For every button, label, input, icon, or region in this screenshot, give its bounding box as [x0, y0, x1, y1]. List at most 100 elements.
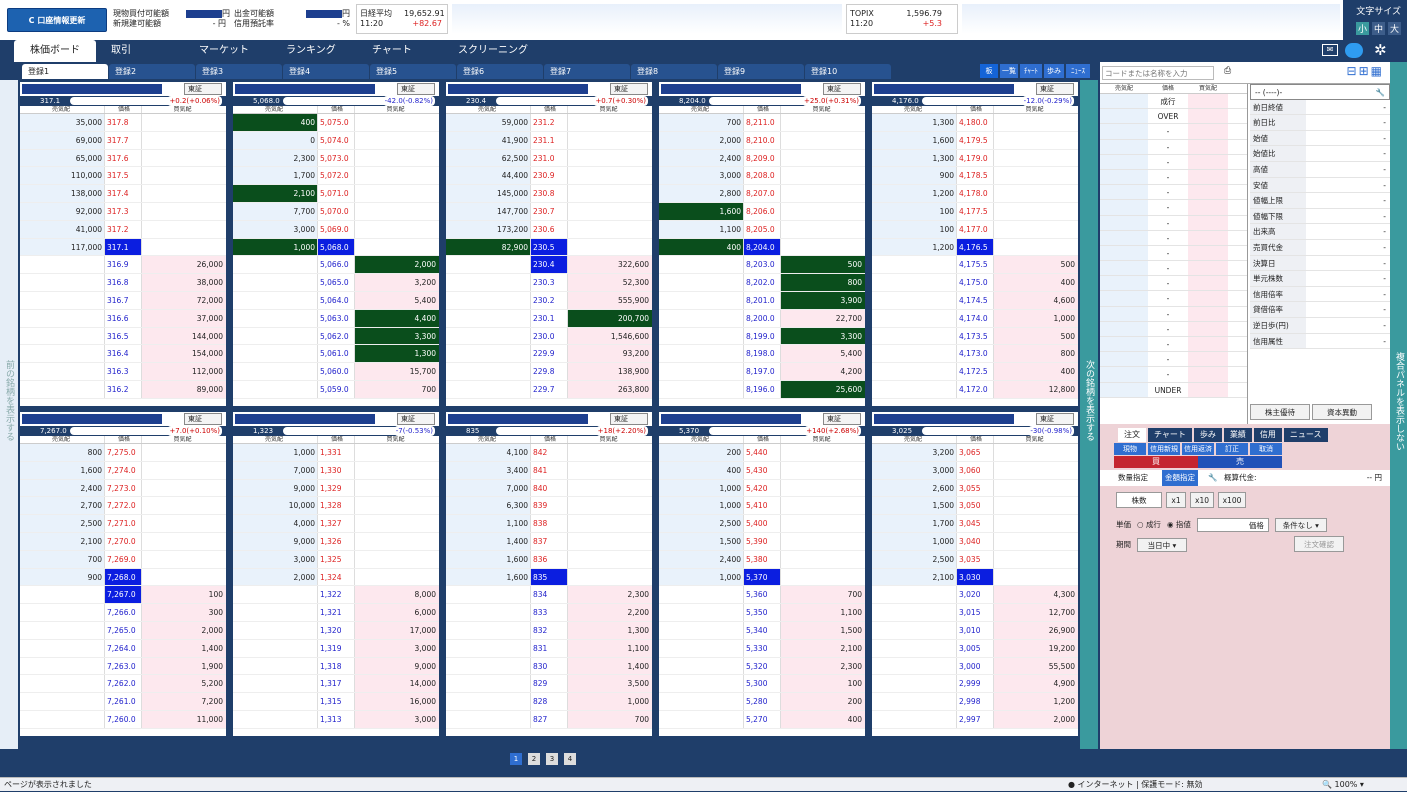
sell-row[interactable]: 62,500 231.0: [446, 149, 652, 168]
buy-row[interactable]: 8,202.0 800: [659, 274, 865, 292]
mail-icon[interactable]: ✉: [1322, 44, 1338, 56]
buy-row[interactable]: 5,320 2,300: [659, 657, 865, 676]
buy-row[interactable]: 5,360 700: [659, 586, 865, 605]
amount-spec-tab[interactable]: 金額指定: [1162, 470, 1198, 486]
buy-row[interactable]: 830 1,400: [446, 657, 652, 676]
sell-row[interactable]: 44,400 230.9: [446, 167, 652, 186]
sell-row[interactable]: 1,300 4,179.0: [872, 149, 1078, 168]
buy-row[interactable]: 2,999 4,900: [872, 675, 1078, 694]
sell-row[interactable]: 110,000 317.5: [20, 167, 226, 186]
buy-row[interactable]: 316.3 112,000: [20, 363, 226, 381]
period-select[interactable]: 当日中 ▾: [1137, 538, 1187, 552]
sell-row[interactable]: 35,000 317.8: [20, 114, 226, 132]
buy-row[interactable]: 829 3,500: [446, 675, 652, 694]
sell-row[interactable]: 800 7,275.0: [20, 444, 226, 462]
buy-row[interactable]: 7,264.0 1,400: [20, 639, 226, 658]
sell-row[interactable]: 6,300 839: [446, 497, 652, 516]
sell-row[interactable]: 9,000 1,326: [233, 532, 439, 551]
buy-row[interactable]: 828 1,000: [446, 693, 652, 711]
sell-row[interactable]: 900 7,268.0: [20, 568, 226, 587]
sell-row[interactable]: 3,000 1,325: [233, 550, 439, 569]
sell-row[interactable]: 2,100 3,030: [872, 568, 1078, 587]
buy-row[interactable]: 316.8 38,000: [20, 274, 226, 292]
sell-row[interactable]: 147,700 230.7: [446, 202, 652, 221]
view-tab-chart[interactable]: ﾁｬｰﾄ: [1020, 64, 1042, 78]
capital-change-button[interactable]: 資本異動: [1312, 404, 1372, 420]
sell-row[interactable]: 1,000 5,370: [659, 568, 865, 587]
buy-row[interactable]: 4,175.0 400: [872, 274, 1078, 292]
sell-row[interactable]: 4,000 1,327: [233, 515, 439, 533]
font-big-button[interactable]: 大: [1387, 22, 1401, 35]
buy-row[interactable]: 3,015 12,700: [872, 604, 1078, 622]
x10-button[interactable]: x10: [1190, 492, 1214, 508]
sell-row[interactable]: 92,000 317.3: [20, 202, 226, 221]
order-tab-5[interactable]: ニュース: [1283, 428, 1328, 442]
sell-row[interactable]: 1,700 3,045: [872, 515, 1078, 533]
sell-row[interactable]: 100 4,177.0: [872, 220, 1078, 239]
buy-row[interactable]: 7,260.0 11,000: [20, 710, 226, 729]
sell-row[interactable]: 3,000 5,069.0: [233, 220, 439, 239]
buy-row[interactable]: 230.3 52,300: [446, 274, 652, 292]
buy-row[interactable]: 8,197.0 4,200: [659, 363, 865, 381]
exchange-select[interactable]: 東証: [184, 83, 222, 95]
buy-row[interactable]: 5,065.0 3,200: [233, 274, 439, 292]
buy-row[interactable]: 3,020 4,300: [872, 586, 1078, 605]
tab-reg1[interactable]: 登録1: [22, 64, 108, 79]
buy-row[interactable]: 1,319 3,000: [233, 639, 439, 658]
sell-row[interactable]: 145,000 230.8: [446, 185, 652, 203]
buy-row[interactable]: 4,172.0 12,800: [872, 380, 1078, 399]
layout-icon[interactable]: ⊟⊞▦: [1347, 64, 1384, 78]
buy-row[interactable]: 5,330 2,100: [659, 639, 865, 658]
shareholder-benefit-button[interactable]: 株主優待: [1250, 404, 1310, 420]
buy-row[interactable]: 2,998 1,200: [872, 693, 1078, 711]
sell-row[interactable]: 700 8,211.0: [659, 114, 865, 132]
order-subtab-3[interactable]: 訂正: [1216, 443, 1248, 455]
sell-row[interactable]: 400 8,204.0: [659, 238, 865, 257]
buy-row[interactable]: 230.4 322,600: [446, 256, 652, 275]
market-order-radio[interactable]: ○ 成行: [1137, 518, 1161, 532]
buy-row[interactable]: 5,066.0 2,000: [233, 256, 439, 275]
prev-symbol-bar[interactable]: 前の銘柄を表示する: [0, 80, 18, 749]
zoom-control[interactable]: 🔍 100% ▾: [1322, 778, 1364, 792]
sell-row[interactable]: 1,700 5,072.0: [233, 167, 439, 186]
buy-row[interactable]: 1,321 6,000: [233, 604, 439, 622]
sell-row[interactable]: 2,400 8,209.0: [659, 149, 865, 168]
buy-row[interactable]: 5,060.0 15,700: [233, 363, 439, 381]
buy-row[interactable]: 4,174.0 1,000: [872, 309, 1078, 328]
view-tab-ticks[interactable]: 歩み: [1044, 64, 1064, 78]
sell-row[interactable]: 2,100 7,270.0: [20, 532, 226, 551]
sell-row[interactable]: 1,600 835: [446, 568, 652, 587]
sell-row[interactable]: 1,500 5,390: [659, 532, 865, 551]
buy-row[interactable]: 4,173.0 800: [872, 345, 1078, 364]
buy-row[interactable]: 316.2 89,000: [20, 380, 226, 399]
page-2[interactable]: 2: [528, 753, 540, 765]
buy-row[interactable]: 8,200.0 22,700: [659, 309, 865, 328]
qty-spec-tab[interactable]: 数量指定: [1118, 470, 1148, 486]
x100-button[interactable]: x100: [1218, 492, 1246, 508]
nav-market[interactable]: マーケット: [199, 40, 249, 62]
sell-row[interactable]: 1,200 4,178.0: [872, 185, 1078, 203]
buy-row[interactable]: 7,261.0 7,200: [20, 693, 226, 711]
sell-row[interactable]: 2,300 5,073.0: [233, 149, 439, 168]
page-1[interactable]: 1: [510, 753, 522, 765]
sell-row[interactable]: 3,200 3,065: [872, 444, 1078, 462]
buy-row[interactable]: 229.9 93,200: [446, 345, 652, 364]
buy-row[interactable]: 3,005 19,200: [872, 639, 1078, 658]
font-small-button[interactable]: 小: [1355, 22, 1369, 35]
buy-row[interactable]: 7,265.0 2,000: [20, 621, 226, 640]
order-tab-0[interactable]: 注文: [1118, 428, 1146, 442]
exchange-select[interactable]: 東証: [397, 83, 435, 95]
sell-row[interactable]: 1,400 837: [446, 532, 652, 551]
buy-row[interactable]: 5,270 400: [659, 710, 865, 729]
order-subtab-0[interactable]: 現物: [1114, 443, 1146, 455]
sell-row[interactable]: 7,000 1,330: [233, 461, 439, 480]
exchange-select[interactable]: 東証: [1036, 83, 1074, 95]
buy-row[interactable]: 316.9 26,000: [20, 256, 226, 275]
sell-row[interactable]: 138,000 317.4: [20, 185, 226, 203]
composite-panel-toggle[interactable]: 複合パネルを表示しない: [1390, 62, 1407, 749]
buy-row[interactable]: 230.2 555,900: [446, 291, 652, 310]
sell-row[interactable]: 10,000 1,328: [233, 497, 439, 516]
sell-row[interactable]: 1,000 5,420: [659, 479, 865, 498]
next-symbol-bar[interactable]: 次の銘柄を表示する: [1080, 80, 1098, 749]
buy-row[interactable]: 8,203.0 500: [659, 256, 865, 275]
